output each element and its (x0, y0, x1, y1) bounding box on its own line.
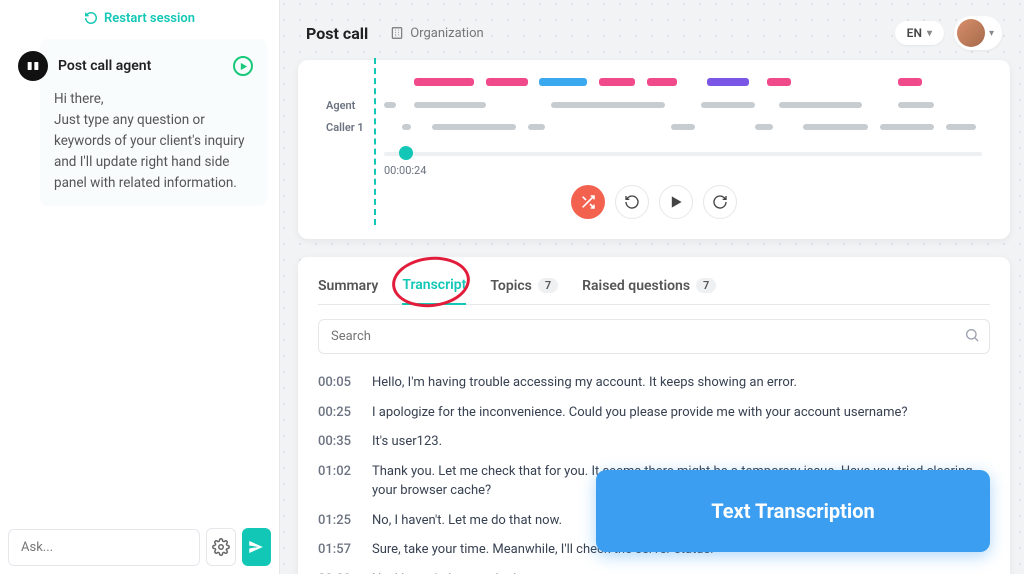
transcript-row[interactable]: 01:02 Thank you. Let me check that for yo… (318, 457, 990, 506)
send-button[interactable] (242, 528, 271, 566)
scrub-bar[interactable] (384, 144, 982, 162)
tab-transcript[interactable]: Transcript (402, 273, 466, 305)
timeline-time: 00:00:24 (384, 164, 982, 177)
forward-icon (712, 194, 728, 210)
topbar: Post call Organization EN ▾ ▾ (298, 0, 1010, 60)
play-button[interactable] (659, 185, 693, 219)
language-label: EN (907, 26, 922, 40)
timestamp: 01:57 (318, 540, 358, 560)
timeline-caller-track[interactable] (384, 123, 982, 131)
play-icon (669, 195, 683, 209)
transcript-row[interactable]: 02:09 No, I haven't. Let me do that now. (318, 565, 990, 574)
main: Post call Organization EN ▾ ▾ (280, 0, 1024, 574)
restart-session-button[interactable]: Restart session (84, 11, 195, 26)
timestamp: 00:05 (318, 373, 358, 393)
chevron-down-icon: ▾ (927, 28, 932, 39)
search-input[interactable] (318, 319, 990, 354)
tab-label: Topics (490, 278, 531, 294)
shuffle-icon (580, 194, 596, 210)
transcript-list: 00:05 Hello, I'm having trouble accessing… (318, 368, 990, 574)
transcript-text: Sure, take your time. Meanwhile, I'll ch… (372, 540, 714, 560)
transcript-card: Summary Transcript Topics 7 Raised quest… (298, 257, 1010, 574)
restart-icon (84, 11, 98, 25)
transcript-row[interactable]: 00:35 It's user123. (318, 427, 990, 457)
agent-title: Post call agent (58, 58, 151, 74)
tab-summary[interactable]: Summary (318, 274, 378, 304)
search-icon (964, 327, 980, 343)
playhead (374, 58, 376, 225)
agent-avatar-icon (18, 51, 48, 81)
ask-row (0, 520, 279, 574)
timestamp: 00:35 (318, 432, 358, 452)
user-menu[interactable]: ▾ (954, 16, 1002, 50)
transcript-text: No, I haven't. Let me do that now. (372, 570, 562, 574)
shuffle-button[interactable] (571, 185, 605, 219)
gear-icon (212, 538, 230, 556)
timeline-topics-track (384, 78, 982, 88)
agent-card: Post call agent Hi there, Just type any … (40, 39, 267, 206)
ask-input[interactable] (8, 529, 200, 566)
timestamp: 01:02 (318, 462, 358, 501)
tab-topics[interactable]: Topics 7 (490, 274, 558, 304)
topics-count: 7 (538, 278, 558, 293)
player-controls (326, 185, 982, 219)
language-switcher[interactable]: EN ▾ (895, 21, 944, 45)
org-label: Organization (410, 26, 483, 41)
scrub-handle[interactable] (399, 146, 413, 160)
send-icon (247, 538, 265, 556)
timeline-row-label: Caller 1 (326, 121, 374, 134)
timeline-row-label: Agent (326, 99, 374, 112)
chevron-down-icon: ▾ (989, 28, 994, 39)
timestamp: 02:09 (318, 570, 358, 574)
transcript-row[interactable]: 01:57 Sure, take your time. Meanwhile, I'… (318, 535, 990, 565)
settings-button[interactable] (206, 528, 236, 566)
restart-label: Restart session (104, 11, 195, 26)
transcript-text: It's user123. (372, 432, 442, 452)
agent-message: Hi there, Just type any question or keyw… (54, 89, 253, 194)
forward-button[interactable] (703, 185, 737, 219)
timeline-agent-track[interactable] (384, 101, 982, 109)
rewind-button[interactable] (615, 185, 649, 219)
timestamp: 00:25 (318, 403, 358, 423)
search-box (318, 319, 990, 354)
transcript-text: I apologize for the inconvenience. Could… (372, 403, 908, 423)
tab-label: Raised questions (582, 278, 690, 294)
transcript-row[interactable]: 01:25 No, I haven't. Let me do that now. (318, 506, 990, 536)
org-breadcrumb[interactable]: Organization (390, 26, 483, 41)
sidebar: Restart session Post call agent Hi there… (0, 0, 280, 574)
transcript-text: No, I haven't. Let me do that now. (372, 511, 562, 531)
transcript-row[interactable]: 00:25 I apologize for the inconvenience. … (318, 398, 990, 428)
transcript-text: Hello, I'm having trouble accessing my a… (372, 373, 797, 393)
tabs: Summary Transcript Topics 7 Raised quest… (318, 273, 990, 305)
avatar (957, 19, 985, 47)
rewind-icon (624, 194, 640, 210)
timeline-card: Agent Caller 1 (298, 60, 1010, 239)
transcript-row[interactable]: 00:05 Hello, I'm having trouble accessing… (318, 368, 990, 398)
transcript-text: Thank you. Let me check that for you. It… (372, 462, 990, 501)
raised-count: 7 (696, 278, 716, 293)
restart-row: Restart session (0, 0, 279, 39)
page-title: Post call (306, 24, 368, 43)
agent-play-button[interactable] (233, 56, 253, 76)
timestamp: 01:25 (318, 511, 358, 531)
building-icon (390, 26, 404, 40)
tab-raised-questions[interactable]: Raised questions 7 (582, 274, 716, 304)
